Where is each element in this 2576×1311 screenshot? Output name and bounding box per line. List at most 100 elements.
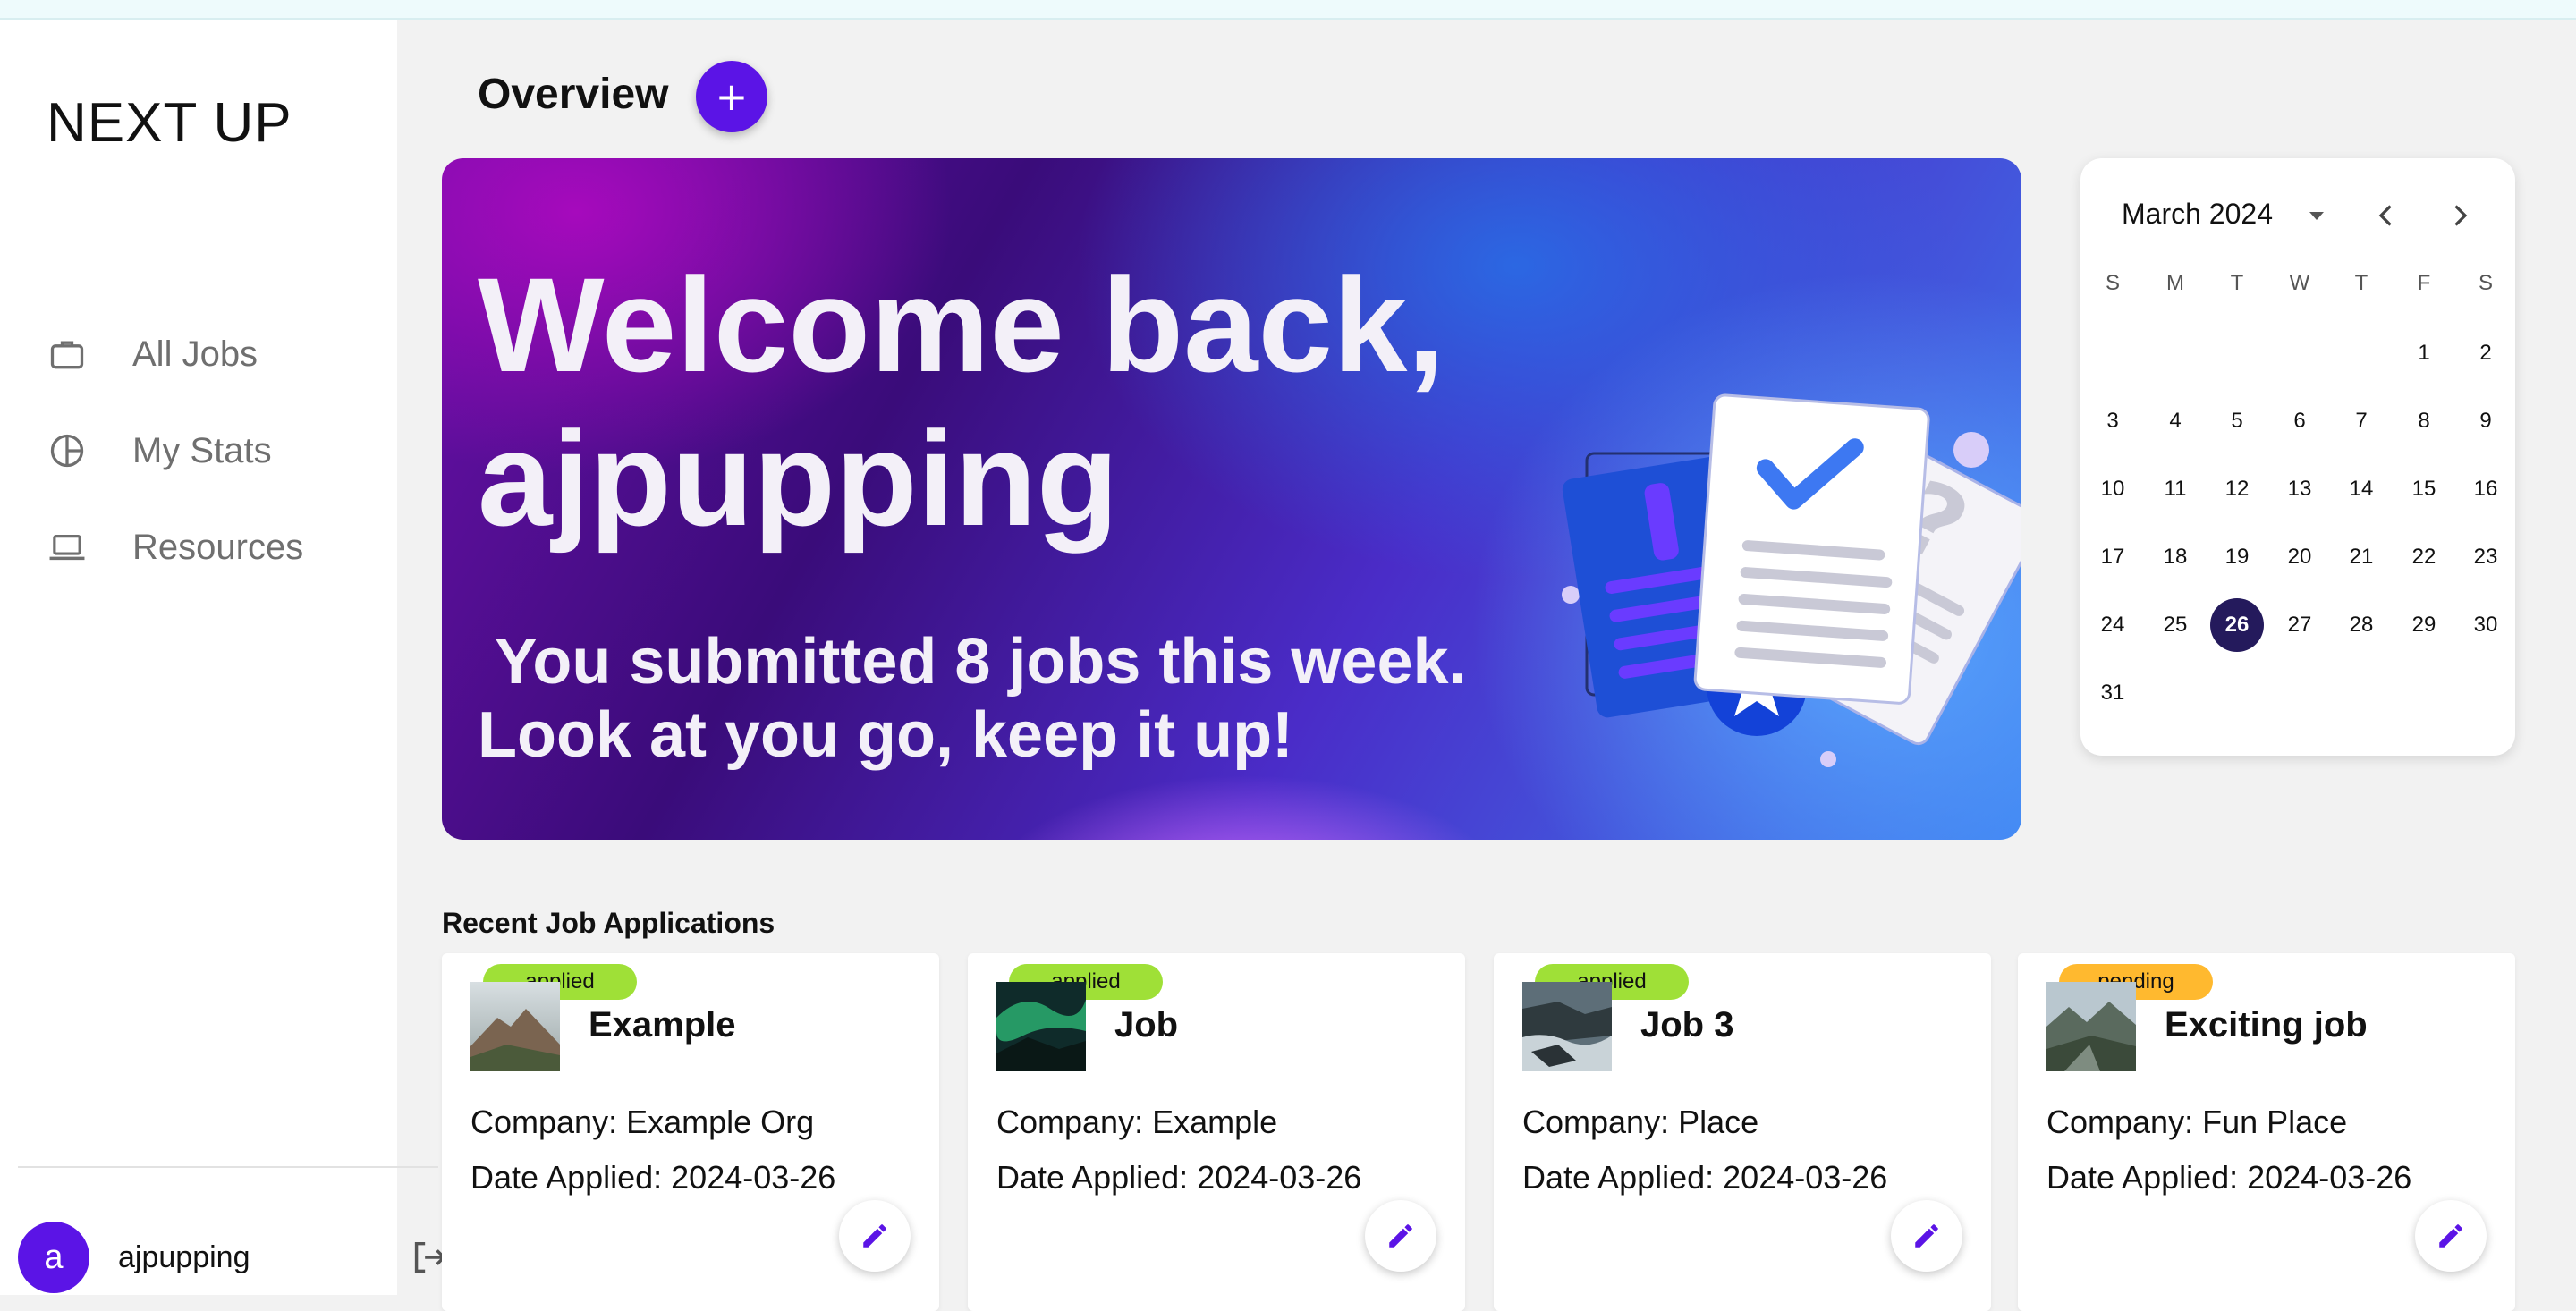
calendar-day[interactable]: 5 [2210,394,2264,448]
calendar-day[interactable]: 29 [2397,598,2451,652]
calendar-day[interactable]: 9 [2459,394,2512,448]
job-date-applied: Date Applied: 2024-03-26 [996,1159,1362,1196]
job-company: Company: Fun Place [2046,1104,2348,1140]
job-title: Job 3 [1640,1005,1734,1045]
edit-job-button[interactable] [839,1200,911,1272]
welcome-line: Welcome back, [478,250,1445,400]
calendar-day[interactable]: 1 [2397,326,2451,380]
calendar-day[interactable]: 11 [2148,462,2202,516]
calendar-day[interactable]: 3 [2086,394,2140,448]
weekly-summary-line: You submitted 8 jobs this week. [478,626,1467,698]
calendar-weekday: T [2230,271,2244,295]
next-month-button[interactable] [2444,199,2476,232]
edit-job-button[interactable] [2415,1200,2487,1272]
sidebar-item-resources[interactable]: Resources [45,499,303,596]
calendar-day[interactable]: 12 [2210,462,2264,516]
calendar-day[interactable]: 21 [2334,530,2388,584]
browser-top-strip [0,0,2576,20]
calendar-day[interactable]: 27 [2273,598,2326,652]
recent-applications-title: Recent Job Applications [442,907,775,939]
sidebar-item-my-stats[interactable]: My Stats [45,402,303,499]
previous-month-button[interactable] [2370,199,2402,232]
job-company: Company: Place [1522,1104,1759,1140]
calendar-weekday: F [2417,271,2431,295]
calendar-day[interactable]: 17 [2086,530,2140,584]
job-date-applied: Date Applied: 2024-03-26 [470,1159,836,1196]
avatar[interactable]: a [18,1222,89,1293]
calendar-day[interactable]: 18 [2148,530,2202,584]
weekly-summary: You submitted 8 jobs this week. Look at … [478,625,1467,772]
calendar-day-selected[interactable]: 26 [2210,598,2264,652]
chevron-left-icon [2378,205,2392,226]
briefcase-icon [45,332,89,376]
calendar-day[interactable]: 8 [2397,394,2451,448]
edit-job-button[interactable] [1365,1200,1436,1272]
edit-job-button[interactable] [1891,1200,1962,1272]
job-date-applied: Date Applied: 2024-03-26 [2046,1159,2412,1196]
pencil-icon [1915,1224,1938,1248]
calendar-day[interactable]: 16 [2459,462,2512,516]
job-title: Job [1114,1005,1179,1045]
job-thumbnail [2046,982,2136,1071]
calendar-day[interactable]: 19 [2210,530,2264,584]
calendar-day[interactable]: 13 [2273,462,2326,516]
encouragement-line: Look at you go, keep it up! [478,699,1294,771]
job-thumbnail [470,982,560,1071]
calendar-day[interactable]: 6 [2273,394,2326,448]
calendar-month-label[interactable]: March 2024 [2122,198,2273,231]
calendar-day[interactable]: 30 [2459,598,2512,652]
page-title: Overview [478,71,669,118]
calendar-day[interactable]: 15 [2397,462,2451,516]
pencil-icon [1389,1224,1412,1248]
calendar-day[interactable]: 25 [2148,598,2202,652]
sidebar-item-label: All Jobs [132,334,258,374]
calendar-day[interactable]: 23 [2459,530,2512,584]
sidebar-nav: All Jobs My Stats Resources [45,306,303,596]
chevron-down-icon[interactable] [2306,205,2327,226]
calendar-day[interactable]: 22 [2397,530,2451,584]
laptop-icon [45,525,89,570]
job-thumbnail [996,982,1086,1071]
calendar-day[interactable]: 28 [2334,598,2388,652]
sidebar-item-all-jobs[interactable]: All Jobs [45,306,303,402]
calendar-day[interactable]: 7 [2334,394,2388,448]
calendar-weekday: T [2354,271,2368,295]
calendar-weekday: S [2478,271,2493,295]
welcome-username: ajpupping [478,403,1119,554]
job-card[interactable]: pending Exciting job Company: Fun Place … [2018,953,2515,1311]
job-thumbnail [1522,982,1612,1071]
calendar-day[interactable]: 31 [2086,666,2140,720]
job-company: Company: Example [996,1104,1278,1140]
calendar-day[interactable]: 2 [2459,326,2512,380]
sidebar-item-label: Resources [132,527,304,567]
brand-logo: NEXT UP [47,92,292,154]
calendar-day[interactable]: 4 [2148,394,2202,448]
add-job-button[interactable]: + [696,61,767,132]
pencil-icon [2439,1224,2462,1248]
chevron-right-icon [2454,205,2468,226]
sidebar: NEXT UP All Jobs My Stats Resources [0,20,397,1295]
job-card[interactable]: applied Job 3 Company: Place Date Applie… [1494,953,1991,1311]
calendar-weekday: S [2105,271,2120,295]
plus-icon: + [716,68,747,125]
documents-illustration: ? [1562,393,2021,767]
calendar-day[interactable]: 20 [2273,530,2326,584]
job-card[interactable]: applied Job Company: Example Date Applie… [968,953,1465,1311]
welcome-banner: Welcome back, ajpupping You submitted 8 … [442,158,2021,840]
sidebar-divider [18,1166,438,1168]
calendar: March 2024 S M T W T F S 1 2 3 4 5 6 7 8 9 10 11 12 13 14 15 1… [2080,158,2515,756]
pencil-icon [863,1224,886,1248]
user-profile[interactable]: a ajpupping [18,1222,250,1293]
calendar-weekday: M [2166,271,2184,295]
job-date-applied: Date Applied: 2024-03-26 [1522,1159,1888,1196]
pie-chart-icon [45,428,89,473]
calendar-day[interactable]: 10 [2086,462,2140,516]
username: ajpupping [118,1239,250,1274]
job-company: Company: Example Org [470,1104,815,1140]
calendar-day[interactable]: 24 [2086,598,2140,652]
calendar-day[interactable]: 14 [2334,462,2388,516]
job-card[interactable]: applied Example Company: Example Org Dat… [442,953,939,1311]
job-title: Example [589,1005,736,1045]
calendar-weekday: W [2289,271,2310,295]
sidebar-item-label: My Stats [132,430,272,470]
